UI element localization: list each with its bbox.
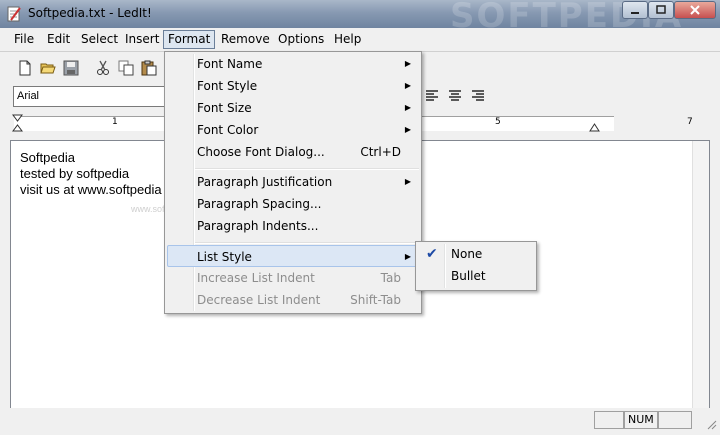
submenu-arrow-icon: ▶ <box>404 125 411 134</box>
submenu-arrow-icon: ▶ <box>404 103 411 112</box>
copy-button[interactable] <box>115 57 136 78</box>
status-panel-empty <box>594 411 624 429</box>
menu-item-label: Paragraph Indents... <box>197 219 319 233</box>
menu-separator <box>195 168 419 170</box>
paste-clipboard-icon <box>141 60 156 75</box>
menu-item-label: None <box>451 247 483 261</box>
submenu-arrow-icon: ▶ <box>404 177 411 186</box>
align-left-icon <box>425 90 438 101</box>
menu-item-choose-font-dialog[interactable]: Choose Font Dialog... Ctrl+D <box>167 141 419 163</box>
submenu-arrow-icon: ▶ <box>404 59 411 68</box>
save-button[interactable] <box>60 57 81 78</box>
menu-item-shortcut: Ctrl+D <box>360 145 401 159</box>
menu-item-label: Font Color <box>197 123 259 137</box>
new-document-icon <box>19 60 30 75</box>
close-icon <box>690 5 700 15</box>
align-left-button[interactable] <box>420 85 443 107</box>
menu-item-label: Font Size <box>197 101 252 115</box>
resize-grip-icon[interactable] <box>705 418 717 430</box>
menu-item-paragraph-indents[interactable]: Paragraph Indents... <box>167 215 419 237</box>
align-center-icon <box>448 90 461 101</box>
close-button[interactable] <box>674 1 716 19</box>
open-folder-icon <box>39 63 56 73</box>
menu-insert[interactable]: Insert <box>121 31 163 48</box>
menu-separator <box>195 242 419 244</box>
menu-item-label: Paragraph Justification <box>197 175 333 189</box>
alignment-buttons <box>420 85 489 107</box>
app-window: Softpedia.txt - LedIt! SOFTPEDIA File Ed… <box>0 0 720 435</box>
menu-item-paragraph-spacing[interactable]: Paragraph Spacing... <box>167 193 419 215</box>
menu-item-font-style[interactable]: Font Style ▶ <box>167 75 419 97</box>
menu-item-font-name[interactable]: Font Name ▶ <box>167 53 419 75</box>
menu-item-shortcut: Tab <box>380 271 401 285</box>
paste-button[interactable] <box>138 57 159 78</box>
window-title: Softpedia.txt - LedIt! <box>28 6 152 20</box>
ruler-label-5: 5 <box>495 117 501 127</box>
indent-marker-icon[interactable] <box>12 114 24 134</box>
maximize-button[interactable] <box>648 1 674 19</box>
menu-format[interactable]: Format <box>163 30 216 49</box>
menu-item-increase-list-indent[interactable]: Increase List Indent Tab <box>167 267 419 289</box>
vertical-scrollbar[interactable] <box>692 141 709 409</box>
ruler-label-1: 1 <box>112 117 118 127</box>
new-button[interactable] <box>14 57 35 78</box>
font-name-combo[interactable]: Arial <box>13 86 173 107</box>
menu-item-label: List Style <box>197 250 252 264</box>
checkmark-icon: ✔ <box>426 246 438 262</box>
menu-item-shortcut: Shift-Tab <box>350 293 401 307</box>
menu-edit[interactable]: Edit <box>43 31 74 48</box>
menu-options[interactable]: Options <box>274 31 328 48</box>
menu-item-decrease-list-indent[interactable]: Decrease List Indent Shift-Tab <box>167 289 419 311</box>
doc-line-2: tested by softpedia <box>20 166 130 181</box>
menu-item-label: Decrease List Indent <box>197 293 321 307</box>
menu-bar: File Edit Select Insert Format Remove Op… <box>0 28 720 52</box>
caption-buttons <box>622 1 716 19</box>
format-menu: Font Name ▶ Font Style ▶ Font Size ▶ Fon… <box>164 51 422 314</box>
cut-button[interactable] <box>92 57 113 78</box>
menu-item-none[interactable]: ✔ None <box>418 243 534 265</box>
right-indent-marker-icon[interactable] <box>589 118 601 132</box>
menu-item-paragraph-justification[interactable]: Paragraph Justification ▶ <box>167 171 419 193</box>
menu-item-label: Font Name <box>197 57 263 71</box>
menu-help[interactable]: Help <box>330 31 365 48</box>
menu-item-label: Increase List Indent <box>197 271 315 285</box>
list-style-submenu: ✔ None Bullet <box>415 241 537 291</box>
menu-item-label: Bullet <box>451 269 486 283</box>
ruler-label-7: 7 <box>687 117 693 127</box>
menu-item-font-color[interactable]: Font Color ▶ <box>167 119 419 141</box>
minimize-icon <box>631 12 639 14</box>
menu-item-label: Choose Font Dialog... <box>197 145 325 159</box>
status-panel-empty-2 <box>658 411 692 429</box>
notepad-app-icon <box>7 6 21 22</box>
save-disk-icon <box>63 60 78 75</box>
menu-item-bullet[interactable]: Bullet <box>418 265 534 287</box>
submenu-arrow-icon: ▶ <box>404 81 411 90</box>
status-bar: NUM <box>0 408 720 435</box>
doc-line-3: visit us at www.softpedia <box>20 182 162 197</box>
menu-select[interactable]: Select <box>77 31 122 48</box>
menu-file[interactable]: File <box>10 31 38 48</box>
title-bar: Softpedia.txt - LedIt! SOFTPEDIA <box>0 0 720 36</box>
doc-line-1: Softpedia <box>20 150 75 165</box>
align-center-button[interactable] <box>443 85 466 107</box>
scissors-icon <box>96 60 109 75</box>
menu-item-label: Paragraph Spacing... <box>197 197 322 211</box>
num-lock-indicator: NUM <box>624 411 658 429</box>
menu-item-font-size[interactable]: Font Size ▶ <box>167 97 419 119</box>
maximize-icon <box>656 5 666 14</box>
copy-icon <box>118 60 133 75</box>
submenu-arrow-icon: ▶ <box>404 252 411 261</box>
menu-item-list-style[interactable]: List Style ▶ <box>167 245 419 267</box>
menu-item-label: Font Style <box>197 79 258 93</box>
align-right-icon <box>471 90 484 101</box>
minimize-button[interactable] <box>622 1 648 19</box>
menu-remove[interactable]: Remove <box>217 31 274 48</box>
align-right-button[interactable] <box>466 85 489 107</box>
open-button[interactable] <box>37 57 58 78</box>
